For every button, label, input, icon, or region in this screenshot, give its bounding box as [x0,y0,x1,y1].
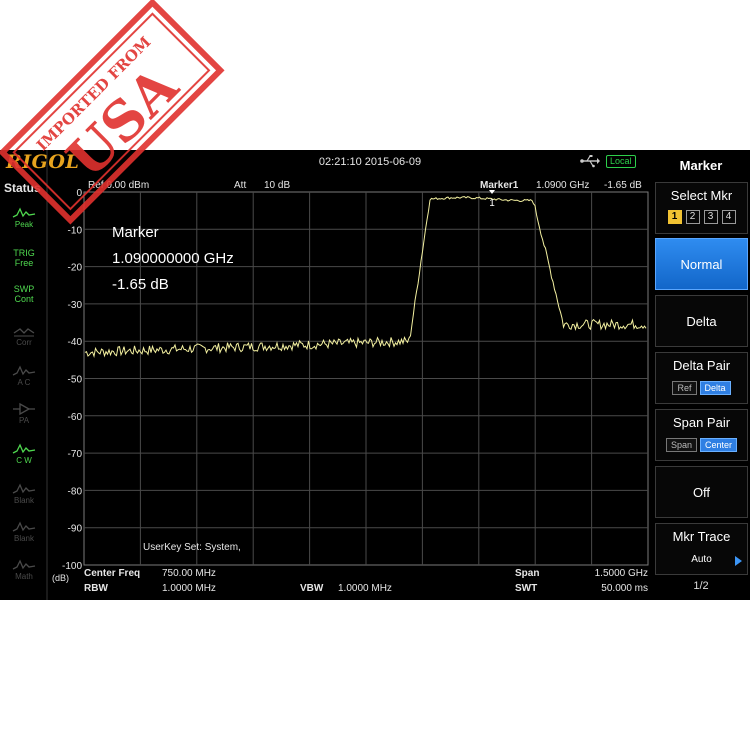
marker-option-3[interactable]: 3 [703,210,718,224]
marker-amplitude: -1.65 dB [604,180,642,191]
marker-readout: Marker 1.090000000 GHz -1.65 dB [112,220,234,298]
select-marker-key[interactable]: Select Mkr 1 2 3 4 [655,182,748,234]
marker-number-options: 1 2 3 4 [656,210,747,224]
delta-pair-label: Delta Pair [672,358,731,373]
marker-1-indicator[interactable]: 1 [489,190,495,209]
normal-marker-key[interactable]: Normal [655,238,748,290]
menu-title: Marker [679,158,723,173]
imported-from-usa-stamp: IMPORTED FROM USA [0,0,225,225]
y-tick-label: -80 [68,486,83,497]
span-label: Span [515,568,540,579]
span-pair-label: Span Pair [672,415,731,430]
att-value[interactable]: 10 dB [264,180,290,191]
swt-value[interactable]: 50.000 ms [578,583,648,594]
vbw-value[interactable]: 1.0000 MHz [338,583,392,594]
marker-trace-value: Auto [691,554,712,565]
center-freq-value[interactable]: 750.00 MHz [162,568,216,579]
marker-option-1[interactable]: 1 [667,210,682,224]
marker-1-number: 1 [489,198,495,209]
marker-trace-key[interactable]: Mkr Trace Auto [655,523,748,575]
delta-pair-delta[interactable]: Delta [699,381,731,395]
center-freq-label: Center Freq [84,568,141,579]
marker-label: Marker1 [480,180,519,191]
delta-pair-options: Ref Delta [656,381,747,395]
marker-option-4[interactable]: 4 [721,210,736,224]
y-tick-label: -60 [68,412,83,423]
y-tick-label: -20 [68,263,83,274]
marker-option-2[interactable]: 2 [685,210,700,224]
y-axis-ticks: 0-10-20-30-40-50-60-70-80-90-100 [62,188,82,572]
delta-key-label: Delta [686,314,717,329]
readout-frequency: 1.090000000 GHz [112,250,234,267]
softkey-menu: Marker Select Mkr 1 2 3 4 Normal Delta D… [652,150,750,600]
rbw-label: RBW [84,583,108,594]
span-value[interactable]: 1.5000 GHz [578,568,648,579]
y-tick-label: -30 [68,300,83,311]
y-tick-label: -50 [68,375,83,386]
span-pair-center[interactable]: Center [700,438,738,452]
y-tick-label: -40 [68,337,83,348]
chevron-right-icon [735,556,742,566]
off-key-label: Off [692,485,711,500]
rbw-value[interactable]: 1.0000 MHz [162,583,216,594]
y-tick-label: -70 [68,449,83,460]
select-marker-label: Select Mkr [670,188,733,203]
menu-page-indicator: 1/2 [693,580,709,592]
swt-label: SWT [515,583,538,594]
delta-pair-ref[interactable]: Ref [672,381,697,395]
userkey-status: UserKey Set: System, [143,542,241,553]
span-pair-options: Span Center [656,438,747,452]
y-unit-label: (dB) [52,573,69,583]
y-tick-label: -90 [68,524,83,535]
span-pair-key[interactable]: Span Pair Span Center [655,409,748,461]
delta-marker-key[interactable]: Delta [655,295,748,347]
delta-pair-key[interactable]: Delta Pair Ref Delta [655,352,748,404]
marker-off-key[interactable]: Off [655,466,748,518]
marker-frequency: 1.0900 GHz [536,180,590,191]
marker-trace-label: Mkr Trace [672,529,731,544]
vbw-label: VBW [300,583,324,594]
normal-key-label: Normal [680,257,723,272]
span-pair-span[interactable]: Span [665,438,697,452]
readout-amplitude: -1.65 dB [112,276,169,293]
att-label: Att [234,180,247,191]
y-tick-label: -100 [62,561,82,572]
